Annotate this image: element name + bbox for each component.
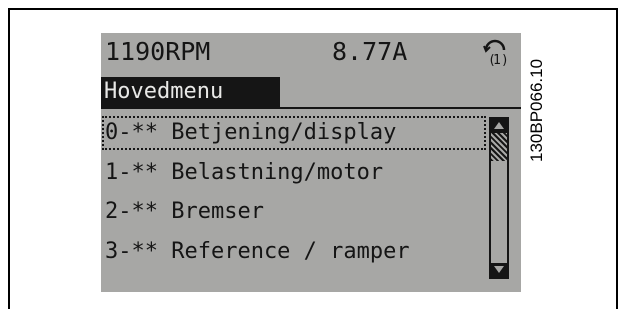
scroll-down-arrow[interactable] [491, 263, 507, 277]
lcd-display: 1190RPM 8.77A ( 1 ) Hovedmenu 0-** Betje… [101, 33, 521, 292]
scroll-up-arrow[interactable] [491, 119, 507, 133]
setup-indicator-icon: ( 1 ) [483, 39, 509, 66]
menu-item-2[interactable]: 2-** Bremser [103, 196, 485, 228]
figure-code: 130BP066.10 [527, 58, 546, 162]
scrollbar[interactable] [489, 117, 509, 279]
frame-top-border [8, 8, 618, 10]
frame-left-border [8, 8, 10, 309]
svg-text:): ) [501, 53, 509, 66]
setup-number: 1 [493, 53, 501, 66]
status-line: 1190RPM 8.77A ( 1 ) [101, 35, 521, 69]
menu-item-3[interactable]: 3-** Reference / ramper [103, 236, 485, 268]
menu-title: Hovedmenu [101, 77, 280, 107]
arrow-up-icon [494, 122, 504, 129]
current-readout: 8.77A [332, 37, 408, 66]
scroll-thumb[interactable] [491, 133, 507, 161]
arrow-down-icon [494, 266, 504, 273]
menu-item-1[interactable]: 1-** Belastning/motor [103, 157, 485, 189]
frame-right-border [616, 8, 618, 309]
menu-item-0[interactable]: 0-** Betjening/display [102, 116, 486, 150]
title-divider [101, 107, 521, 109]
speed-readout: 1190RPM [105, 37, 211, 66]
